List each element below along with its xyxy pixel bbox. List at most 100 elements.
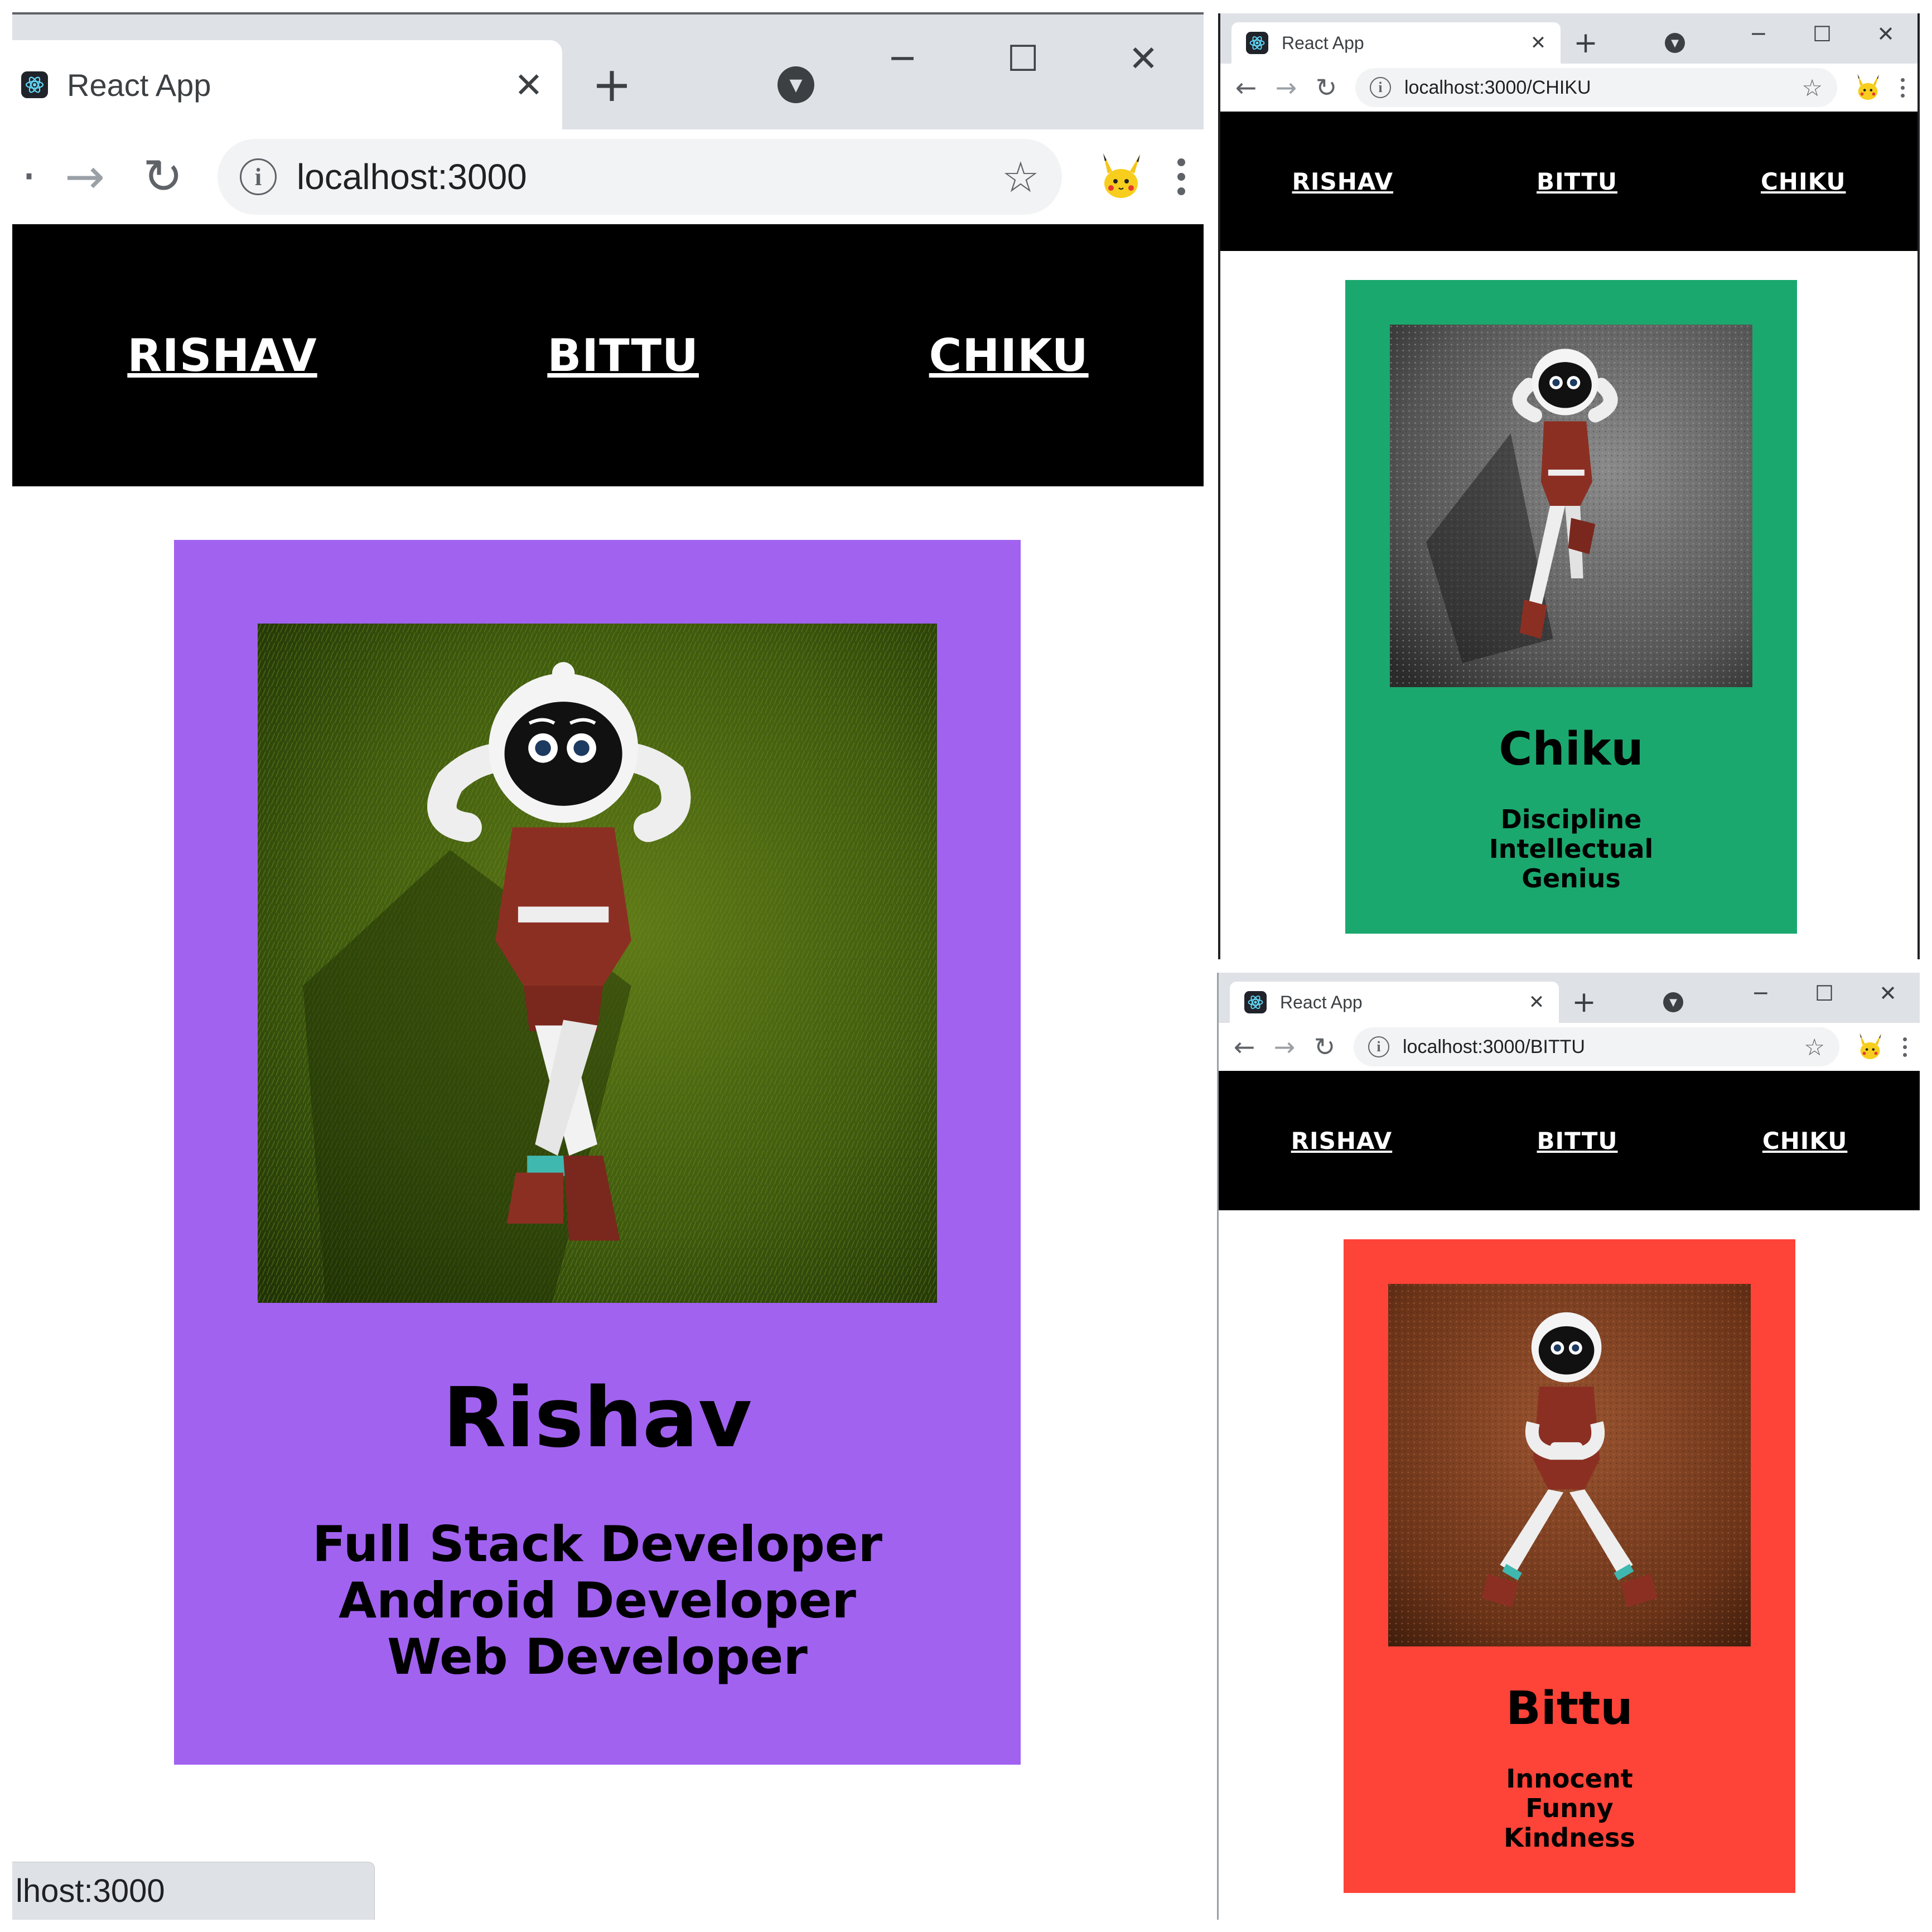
card-traits: Innocent Funny Kindness	[1504, 1764, 1635, 1853]
browser-tab[interactable]: React App ✕	[12, 40, 562, 129]
info-icon[interactable]: i	[1368, 1036, 1389, 1057]
site-navbar: RISHAV BITTU CHIKU	[1220, 112, 1917, 251]
new-tab-icon[interactable]: +	[1561, 22, 1611, 64]
trait-line: Funny	[1525, 1793, 1614, 1823]
tab-strip: React App ✕ + ▼ ─ ☐ ✕	[12, 15, 1204, 129]
back-button[interactable]: ·	[12, 138, 46, 216]
arrow-right-icon[interactable]: →	[1264, 1027, 1305, 1067]
three-dots-icon[interactable]	[1897, 1037, 1912, 1057]
tab-search-button[interactable]: ▼	[760, 40, 832, 129]
close-tab-icon[interactable]: ✕	[1528, 32, 1548, 54]
robot-on-gravel-image	[1390, 325, 1752, 687]
reload-icon[interactable]: ↻	[124, 138, 202, 216]
url-text: localhost:3000	[297, 157, 527, 197]
card-name: Chiku	[1499, 723, 1644, 776]
url-text: localhost:3000/CHIKU	[1404, 76, 1591, 98]
profile-card: Chiku Discipline Intellectual Genius	[1345, 280, 1797, 934]
arrow-right-icon[interactable]: →	[46, 138, 124, 216]
page-content: Chiku Discipline Intellectual Genius	[1220, 251, 1917, 959]
minimize-icon[interactable]: ─	[1729, 973, 1793, 1014]
arrow-right-icon[interactable]: →	[1266, 67, 1306, 108]
three-dots-icon[interactable]	[1170, 158, 1192, 195]
star-icon[interactable]: ☆	[1002, 152, 1040, 202]
address-bar[interactable]: i localhost:3000/BITTU ☆	[1354, 1027, 1839, 1066]
tab-title: React App	[1280, 992, 1363, 1012]
browser-tab[interactable]: React App ✕	[1231, 22, 1561, 64]
status-bar: lhost:3000	[12, 1862, 375, 1920]
trait-line: Full Stack Developer	[312, 1515, 882, 1573]
trait-line: Android Developer	[339, 1572, 856, 1630]
nav-link-bittu[interactable]: BITTU	[1537, 1127, 1618, 1155]
close-tab-icon[interactable]: ✕	[512, 65, 545, 105]
trait-line: Genius	[1522, 863, 1621, 893]
url-text: localhost:3000/BITTU	[1403, 1036, 1585, 1057]
profile-card: Bittu Innocent Funny Kindness	[1344, 1239, 1795, 1893]
maximize-icon[interactable]: ☐	[1793, 973, 1856, 1014]
robot-on-grass-image	[258, 624, 937, 1303]
nav-link-rishav[interactable]: RISHAV	[1291, 1127, 1393, 1155]
site-navbar: RISHAV BITTU CHIKU	[12, 224, 1204, 486]
star-icon[interactable]: ☆	[1801, 74, 1823, 102]
tab-search-button[interactable]: ▼	[1648, 982, 1698, 1023]
page-content: Bittu Innocent Funny Kindness	[1219, 1210, 1920, 1920]
screenshot-collage: React App ✕ + ▼ ─ ☐ ✕ · → ↻ i localhost:…	[0, 0, 1932, 1932]
pikachu-extension-icon[interactable]	[1088, 143, 1155, 210]
new-tab-icon[interactable]: +	[576, 40, 648, 129]
maximize-icon[interactable]: ☐	[963, 15, 1083, 104]
close-window-icon[interactable]: ✕	[1856, 973, 1920, 1014]
react-logo-icon	[1246, 32, 1268, 54]
address-bar[interactable]: i localhost:3000 ☆	[218, 139, 1062, 215]
site-navbar: RISHAV BITTU CHIKU	[1219, 1071, 1920, 1210]
address-bar[interactable]: i localhost:3000/CHIKU ☆	[1355, 68, 1837, 107]
close-window-icon[interactable]: ✕	[1854, 13, 1917, 55]
info-icon[interactable]: i	[240, 158, 277, 195]
card-name: Rishav	[442, 1370, 752, 1466]
browser-toolbar: · → ↻ i localhost:3000 ☆	[12, 129, 1204, 224]
arrow-left-icon[interactable]: ←	[1226, 67, 1266, 108]
arrow-left-icon[interactable]: ←	[1224, 1027, 1264, 1067]
pikachu-extension-icon[interactable]	[1851, 1027, 1890, 1066]
robot-on-soil-image	[1388, 1284, 1751, 1646]
chevron-down-icon: ▼	[777, 66, 814, 103]
nav-link-rishav[interactable]: RISHAV	[1292, 168, 1393, 195]
card-traits: Full Stack Developer Android Developer W…	[312, 1516, 882, 1685]
nav-link-chiku[interactable]: CHIKU	[1762, 1127, 1848, 1155]
tab-search-button[interactable]: ▼	[1650, 22, 1700, 64]
browser-tab[interactable]: React App ✕	[1230, 982, 1559, 1023]
chevron-down-icon: ▼	[1665, 33, 1685, 53]
browser-window-chiku: React App ✕ + ▼ ─ ☐ ✕ ← → ↻ i localhost:…	[1218, 13, 1920, 959]
nav-link-rishav[interactable]: RISHAV	[127, 330, 317, 381]
nav-link-bittu[interactable]: BITTU	[1537, 168, 1617, 195]
close-window-icon[interactable]: ✕	[1083, 15, 1204, 104]
nav-link-chiku[interactable]: CHIKU	[929, 330, 1089, 381]
tab-title: React App	[67, 67, 211, 103]
window-controls: ─ ☐ ✕	[1727, 13, 1917, 55]
window-controls: ─ ☐ ✕	[842, 15, 1204, 104]
minimize-icon[interactable]: ─	[842, 15, 963, 104]
star-icon[interactable]: ☆	[1804, 1033, 1825, 1061]
window-controls: ─ ☐ ✕	[1729, 973, 1920, 1014]
browser-toolbar: ← → ↻ i localhost:3000/CHIKU ☆	[1220, 64, 1917, 112]
browser-window-rishav: React App ✕ + ▼ ─ ☐ ✕ · → ↻ i localhost:…	[12, 12, 1204, 1920]
card-name: Bittu	[1506, 1682, 1633, 1735]
nav-link-bittu[interactable]: BITTU	[547, 330, 699, 381]
close-tab-icon[interactable]: ✕	[1527, 991, 1547, 1013]
chevron-down-icon: ▼	[1663, 992, 1683, 1012]
trait-line: Web Developer	[387, 1628, 808, 1686]
minimize-icon[interactable]: ─	[1727, 13, 1790, 55]
new-tab-icon[interactable]: +	[1559, 982, 1609, 1023]
trait-line: Discipline	[1500, 804, 1642, 834]
reload-icon[interactable]: ↻	[1305, 1027, 1345, 1067]
reload-icon[interactable]: ↻	[1306, 67, 1346, 108]
react-logo-icon	[21, 71, 48, 98]
tab-strip: React App ✕ + ▼ ─ ☐ ✕	[1220, 13, 1917, 64]
nav-link-chiku[interactable]: CHIKU	[1761, 168, 1846, 195]
page-content: Rishav Full Stack Developer Android Deve…	[12, 486, 1204, 1920]
card-traits: Discipline Intellectual Genius	[1489, 805, 1654, 893]
info-icon[interactable]: i	[1370, 77, 1391, 98]
three-dots-icon[interactable]	[1895, 78, 1910, 98]
maximize-icon[interactable]: ☐	[1790, 13, 1854, 55]
tab-strip: React App ✕ + ▼ ─ ☐ ✕	[1219, 973, 1920, 1023]
pikachu-extension-icon[interactable]	[1848, 68, 1887, 107]
react-logo-icon	[1244, 991, 1267, 1013]
